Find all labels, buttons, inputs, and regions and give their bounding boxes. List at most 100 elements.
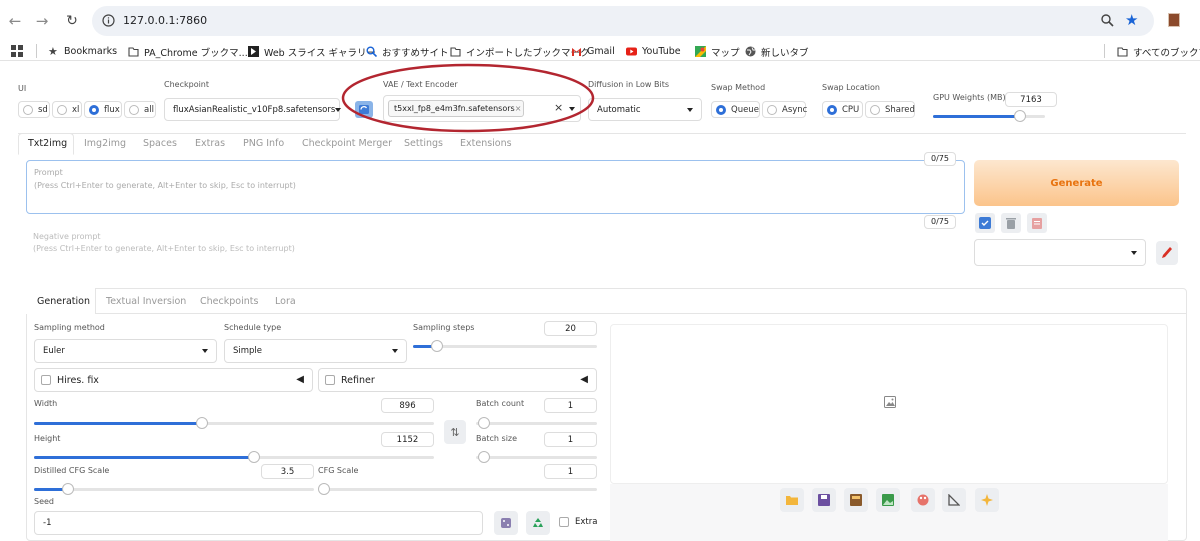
subtab-generation[interactable]: Generation	[37, 296, 90, 307]
slider-knob[interactable]	[1014, 110, 1027, 122]
checkpoint-dropdown[interactable]: fluxAsianRealistic_v10Fp8.safetensors	[164, 98, 342, 121]
swap-dimensions-button[interactable]: ⇅	[444, 420, 466, 444]
width-slider[interactable]	[34, 417, 434, 429]
bookmark-item[interactable]: マップ	[695, 44, 740, 59]
ui-option-xl[interactable]: xl	[52, 101, 82, 118]
swap-method-queue[interactable]: Queue	[711, 101, 760, 118]
reuse-seed-button[interactable]	[526, 511, 550, 535]
tab-checkpoint-merger[interactable]: Checkpoint Merger	[302, 138, 392, 149]
ui-option-flux[interactable]: flux	[84, 101, 122, 118]
diffusion-dropdown[interactable]: Automatic	[588, 98, 702, 121]
url-text: 127.0.0.1:7860	[123, 14, 208, 27]
negative-token-counter: 0/75	[924, 215, 956, 229]
bookmark-item[interactable]: インポートしたブックマーク	[450, 44, 590, 59]
palette-icon	[917, 494, 929, 506]
width-input[interactable]: 896	[381, 398, 434, 413]
paste-button[interactable]	[1027, 213, 1047, 233]
reload-icon[interactable]: ↻	[63, 12, 81, 30]
image-icon	[882, 494, 894, 506]
slider-knob[interactable]	[430, 340, 443, 352]
height-input[interactable]: 1152	[381, 432, 434, 447]
back-icon[interactable]: ←	[6, 12, 24, 30]
random-seed-button[interactable]	[494, 511, 518, 535]
bookmark-item[interactable]: PA_Chrome ブックマ...	[128, 44, 248, 59]
tab-spaces[interactable]: Spaces	[143, 138, 177, 149]
apply-style-button[interactable]	[975, 213, 995, 233]
seed-input[interactable]: -1	[34, 511, 483, 535]
archive-icon	[850, 494, 862, 506]
bookmark-item[interactable]: おすすめサイト	[366, 44, 449, 59]
slider-knob[interactable]	[196, 417, 208, 429]
zoom-icon[interactable]	[1101, 14, 1114, 27]
ui-option-sd[interactable]: sd	[18, 101, 50, 118]
batch-size-input[interactable]: 1	[544, 432, 597, 447]
sampling-steps-input[interactable]: 20	[544, 321, 597, 336]
generate-button[interactable]: Generate	[974, 160, 1179, 206]
slider-knob[interactable]	[478, 417, 490, 429]
address-bar[interactable]: 127.0.0.1:7860 ★	[92, 6, 1154, 36]
sampling-steps-slider[interactable]	[413, 340, 597, 352]
cfg-scale-slider[interactable]	[318, 483, 597, 495]
ui-label: UI	[18, 84, 27, 93]
ui-option-all[interactable]: all	[124, 101, 156, 118]
send-to-extras-button[interactable]	[942, 488, 966, 512]
zip-button[interactable]	[844, 488, 868, 512]
subtab-checkpoints[interactable]: Checkpoints	[200, 296, 258, 307]
bookmark-item[interactable]: YouTube	[626, 44, 681, 59]
batch-size-slider[interactable]	[476, 451, 597, 463]
batch-count-slider[interactable]	[476, 417, 597, 429]
sparkle-button[interactable]	[975, 488, 999, 512]
bookmark-item[interactable]: Gmail	[571, 44, 615, 59]
send-to-inpaint-button[interactable]	[911, 488, 935, 512]
site-info-icon[interactable]	[102, 14, 115, 27]
open-folder-button[interactable]	[780, 488, 804, 512]
negative-prompt-textarea[interactable]: Negative prompt (Press Ctrl+Enter to gen…	[26, 224, 965, 276]
height-slider[interactable]	[34, 451, 434, 463]
swap-method-async[interactable]: Async	[762, 101, 807, 118]
browser-toolbar: ← → ↻ 127.0.0.1:7860 ★	[0, 0, 1200, 41]
refiner-accordion[interactable]: Refiner ◀	[318, 368, 597, 392]
clear-prompt-button[interactable]	[1001, 213, 1021, 233]
batch-count-input[interactable]: 1	[544, 398, 597, 413]
bookmark-item[interactable]: ★ Bookmarks	[48, 44, 117, 59]
swap-location-shared[interactable]: Shared	[865, 101, 915, 118]
batch-count-label: Batch count	[476, 399, 525, 408]
tab-png-info[interactable]: PNG Info	[243, 138, 284, 149]
slider-knob[interactable]	[478, 451, 490, 463]
tab-img2img[interactable]: Img2img	[84, 138, 126, 149]
bookmark-item[interactable]: Web スライス ギャラリー	[248, 44, 376, 59]
save-button[interactable]	[812, 488, 836, 512]
apps-grid-icon[interactable]	[11, 45, 23, 57]
schedule-type-dropdown[interactable]: Simple	[224, 339, 407, 363]
slider-knob[interactable]	[248, 451, 260, 463]
slider-knob[interactable]	[318, 483, 330, 495]
bookmark-star-icon[interactable]: ★	[1125, 11, 1138, 29]
send-to-img2img-button[interactable]	[876, 488, 900, 512]
distilled-cfg-input[interactable]: 3.5	[261, 464, 314, 479]
bookmark-item[interactable]: 新しいタブ	[745, 44, 809, 59]
gpu-weights-input[interactable]: 7163	[1005, 92, 1057, 107]
cfg-scale-input[interactable]: 1	[544, 464, 597, 479]
prompt-textarea[interactable]: Prompt (Press Ctrl+Enter to generate, Al…	[26, 160, 965, 214]
forward-icon[interactable]: →	[33, 12, 51, 30]
edit-styles-button[interactable]	[1156, 241, 1178, 265]
refiner-checkbox[interactable]	[325, 375, 335, 385]
subtab-textual-inversion[interactable]: Textual Inversion	[106, 296, 186, 307]
hires-fix-accordion[interactable]: Hires. fix ◀	[34, 368, 313, 392]
slider-knob[interactable]	[61, 483, 74, 495]
sampling-method-dropdown[interactable]: Euler	[34, 339, 217, 363]
subtab-lora[interactable]: Lora	[275, 296, 296, 307]
tab-txt2img[interactable]: Txt2img	[28, 138, 67, 149]
extra-seed-toggle[interactable]: Extra	[559, 517, 597, 527]
tab-extensions[interactable]: Extensions	[460, 138, 512, 149]
gpu-weights-slider[interactable]	[933, 110, 1045, 122]
swap-location-cpu[interactable]: CPU	[822, 101, 863, 118]
tab-settings[interactable]: Settings	[404, 138, 443, 149]
styles-dropdown[interactable]	[974, 239, 1146, 266]
tab-extras[interactable]: Extras	[195, 138, 225, 149]
profile-avatar[interactable]	[1168, 13, 1180, 27]
hires-fix-checkbox[interactable]	[41, 375, 51, 385]
all-bookmarks-folder[interactable]: すべてのブックマ	[1117, 44, 1200, 59]
distilled-cfg-slider[interactable]	[34, 483, 314, 495]
extra-checkbox[interactable]	[559, 517, 569, 527]
